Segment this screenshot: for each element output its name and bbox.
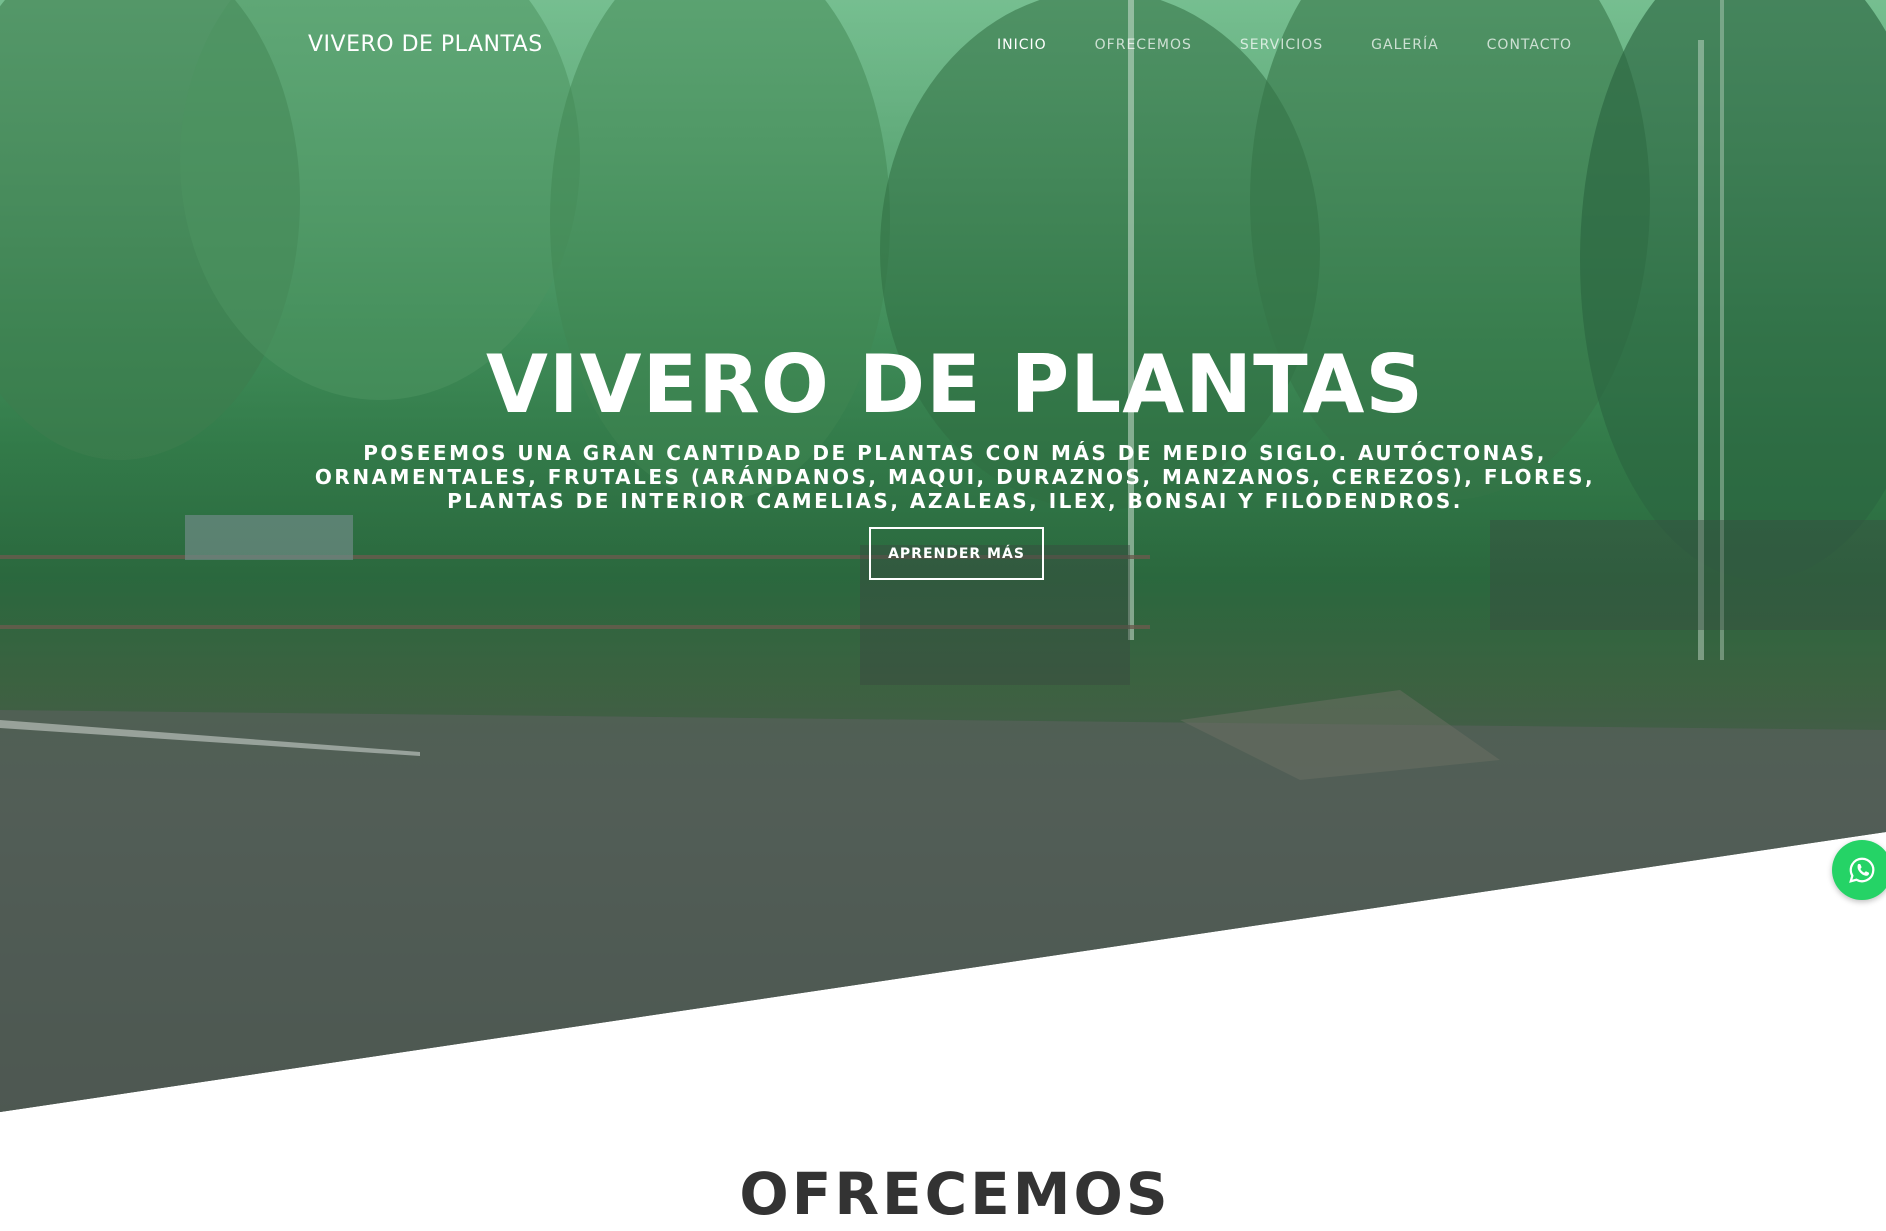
whatsapp-icon <box>1849 857 1875 883</box>
nav-item-servicios[interactable]: SERVICIOS <box>1240 37 1323 53</box>
hero-subtitle: POSEEMOS UNA GRAN CANTIDAD DE PLANTAS CO… <box>314 441 1596 513</box>
learn-more-button[interactable]: APRENDER MÁS <box>869 527 1044 580</box>
section-title-ofrecemos: OFRECEMOS <box>739 1160 1171 1228</box>
nav-item-galeria[interactable]: GALERÍA <box>1371 37 1439 53</box>
hero-title: VIVERO DE PLANTAS <box>486 338 1424 431</box>
top-navbar: VIVERO DE PLANTAS INICIO OFRECEMOS SERVI… <box>0 0 1886 90</box>
hero-road-image <box>0 690 1886 1112</box>
nav-item-contacto[interactable]: CONTACTO <box>1487 37 1572 53</box>
nav-item-inicio[interactable]: INICIO <box>997 37 1047 53</box>
nav-menu: INICIO OFRECEMOS SERVICIOS GALERÍA CONTA… <box>997 37 1572 53</box>
site-brand[interactable]: VIVERO DE PLANTAS <box>308 32 543 57</box>
whatsapp-button[interactable] <box>1832 840 1886 900</box>
nav-item-ofrecemos[interactable]: OFRECEMOS <box>1095 37 1192 53</box>
